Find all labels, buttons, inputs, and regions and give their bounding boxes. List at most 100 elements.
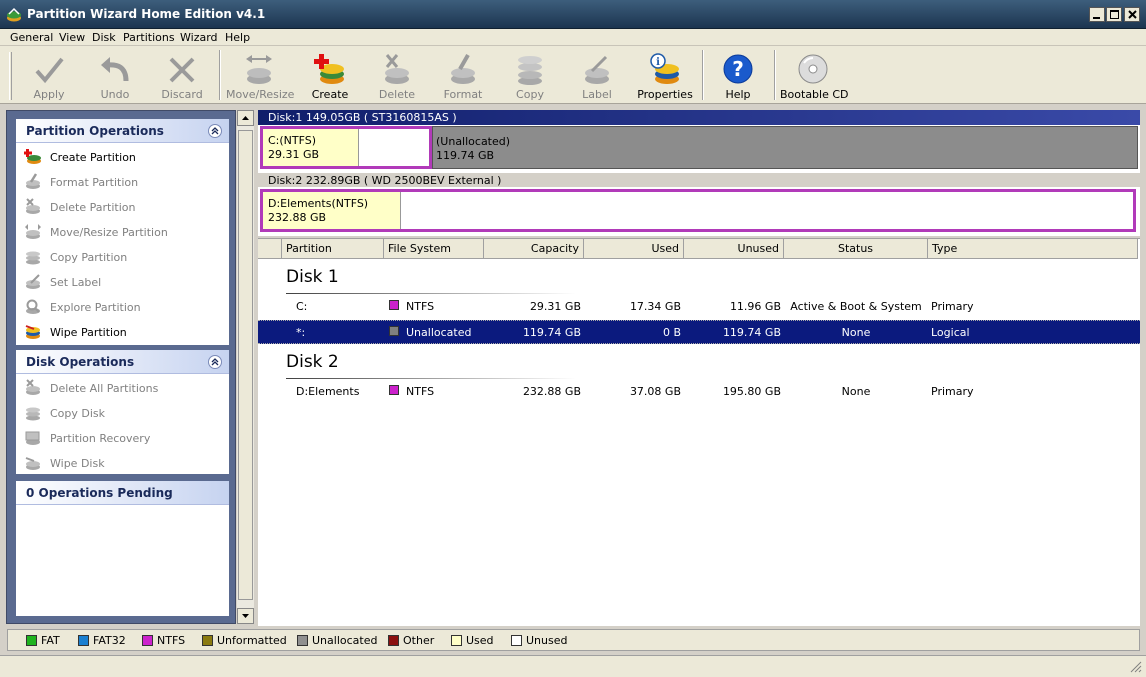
menu-partitions[interactable]: Partitions	[123, 29, 175, 46]
cell-unused: 119.74 GB	[722, 326, 781, 339]
scroll-up-icon	[242, 116, 249, 120]
table-row[interactable]: C: NTFS 29.31 GB 17.34 GB 11.96 GB Activ…	[258, 295, 1140, 319]
pending-operations-header: 0 Operations Pending	[16, 481, 229, 505]
collapse-icon[interactable]	[208, 355, 222, 369]
menu-view[interactable]: View	[59, 29, 85, 46]
wipe-partition-icon	[25, 325, 40, 339]
d-partition-block[interactable]: D:Elements(NTFS) 232.88 GB	[260, 189, 1136, 232]
copy-disk-icon	[26, 407, 40, 421]
disk-group-title: Disk 1	[286, 267, 339, 287]
delete-all-partitions-item[interactable]: Delete All Partitions	[24, 378, 224, 398]
copy-partition-item[interactable]: Copy Partition	[24, 247, 224, 267]
format-icon	[451, 54, 475, 84]
explore-partition-item[interactable]: Explore Partition	[24, 297, 224, 317]
format-button[interactable]: Format	[434, 49, 492, 102]
menu-general[interactable]: General	[10, 29, 53, 46]
cell-file-system: Unallocated	[406, 326, 472, 339]
delete-button[interactable]: Delete	[368, 49, 426, 102]
partition-recovery-item[interactable]: Partition Recovery	[24, 428, 224, 448]
column-header-capacity[interactable]: Capacity	[484, 239, 584, 259]
close-button[interactable]	[1124, 7, 1140, 22]
disk2-header[interactable]: Disk:2 232.89GB ( WD 2500BEV External )	[258, 172, 1140, 187]
cell-file-system: NTFS	[406, 385, 435, 398]
group-divider	[286, 293, 576, 294]
menu-bar: General View Disk Partitions Wizard Help	[0, 29, 1146, 46]
undo-icon	[101, 57, 129, 82]
scroll-thumb[interactable]	[238, 130, 253, 600]
legend-swatch	[26, 635, 37, 646]
table-row[interactable]: D:Elements NTFS 232.88 GB 37.08 GB 195.8…	[258, 380, 1140, 404]
discard-button[interactable]: Discard	[153, 49, 211, 102]
scroll-down-button[interactable]	[237, 608, 254, 624]
ntfs-swatch	[389, 385, 399, 395]
create-partition-icon	[24, 149, 41, 164]
label-button[interactable]: Label	[568, 49, 626, 102]
delete-partition-item[interactable]: Delete Partition	[24, 197, 224, 217]
status-bar	[0, 655, 1146, 677]
scroll-up-button[interactable]	[237, 110, 254, 126]
move-resize-button[interactable]: Move/Resize	[226, 49, 294, 102]
maximize-button[interactable]	[1106, 7, 1122, 22]
title-bar: Partition Wizard Home Edition v4.1	[0, 0, 1146, 29]
minimize-button[interactable]	[1089, 7, 1105, 22]
collapse-icon[interactable]	[208, 124, 222, 138]
unallocated-size: 119.74 GB	[436, 149, 495, 162]
format-partition-item[interactable]: Format Partition	[24, 172, 224, 192]
partition-operations-header[interactable]: Partition Operations	[16, 119, 229, 143]
label-icon	[585, 55, 609, 84]
c-partition-name: C:(NTFS)	[268, 134, 317, 147]
column-header-file-system[interactable]: File System	[384, 239, 484, 259]
disk1-header[interactable]: Disk:1 149.05GB ( ST3160815AS )	[258, 110, 1140, 125]
sidebar-scrollbar[interactable]	[237, 110, 254, 624]
minimize-icon	[1093, 16, 1100, 19]
undo-button[interactable]: Undo	[86, 49, 144, 102]
cell-type: Logical	[931, 326, 970, 339]
move-resize-partition-icon	[25, 224, 41, 239]
unallocated-block[interactable]: (Unallocated) 119.74 GB	[432, 126, 1138, 169]
svg-text:i: i	[656, 57, 660, 68]
cd-icon	[798, 54, 828, 84]
help-button[interactable]: ? Help	[710, 49, 766, 102]
column-header-used[interactable]: Used	[584, 239, 684, 259]
menu-disk[interactable]: Disk	[92, 29, 116, 46]
cell-type: Primary	[931, 300, 974, 313]
legend-swatch	[78, 635, 89, 646]
toolbar-grip[interactable]	[9, 52, 12, 100]
apply-button[interactable]: Apply	[20, 49, 78, 102]
move-resize-icon	[246, 55, 272, 84]
column-header-type[interactable]: Type	[928, 239, 1138, 259]
table-row-selected[interactable]: *: Unallocated 119.74 GB 0 B 119.74 GB N…	[258, 320, 1140, 344]
wipe-partition-item[interactable]: Wipe Partition	[24, 322, 224, 342]
c-partition-block[interactable]: C:(NTFS) 29.31 GB	[260, 126, 432, 169]
column-header-unused[interactable]: Unused	[684, 239, 784, 259]
copy-disk-item[interactable]: Copy Disk	[24, 403, 224, 423]
move-resize-partition-item[interactable]: Move/Resize Partition	[24, 222, 224, 242]
discard-icon	[169, 57, 195, 83]
cell-status: None	[841, 385, 871, 398]
copy-button[interactable]: Copy	[501, 49, 559, 102]
operations-panel: Partition Operations Create Partition Fo…	[6, 110, 236, 624]
cell-unused: 11.96 GB	[729, 300, 781, 313]
wipe-disk-item[interactable]: Wipe Disk	[24, 453, 224, 473]
partition-recovery-icon	[25, 431, 40, 445]
cell-file-system: NTFS	[406, 300, 435, 313]
column-header-status[interactable]: Status	[784, 239, 928, 259]
disk-operations-header[interactable]: Disk Operations	[16, 350, 229, 374]
app-icon	[7, 7, 21, 22]
toolbar-separator	[774, 50, 776, 100]
menu-wizard[interactable]: Wizard	[180, 29, 218, 46]
column-header-partition[interactable]: Partition	[282, 239, 384, 259]
set-label-item[interactable]: Set Label	[24, 272, 224, 292]
explore-partition-icon	[26, 299, 40, 314]
resize-grip-icon[interactable]	[1130, 661, 1142, 673]
properties-button[interactable]: i Properties	[634, 49, 696, 102]
disk-group-title: Disk 2	[286, 352, 339, 372]
bootable-cd-button[interactable]: Bootable CD	[780, 49, 849, 102]
create-partition-item[interactable]: Create Partition	[24, 147, 224, 167]
create-button[interactable]: Create	[300, 49, 360, 102]
menu-help[interactable]: Help	[225, 29, 250, 46]
window-title: Partition Wizard Home Edition v4.1	[27, 7, 266, 21]
cell-used: 0 B	[662, 326, 681, 339]
delete-partition-icon	[26, 198, 40, 214]
column-header-blank	[258, 239, 282, 259]
